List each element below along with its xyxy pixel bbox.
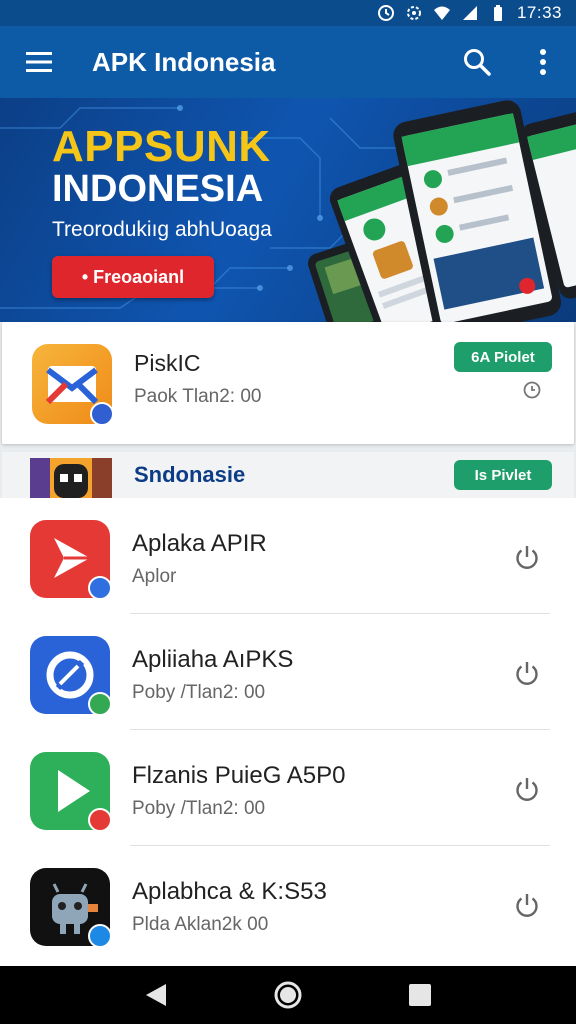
app-name: Apliiaha AıPKS [132, 646, 294, 673]
phones-illustration [307, 100, 576, 322]
back-button[interactable] [132, 971, 180, 1019]
search-icon [464, 49, 491, 76]
app-badge [88, 692, 112, 716]
clock-icon [523, 381, 541, 399]
featured-app-name: PiskIC [134, 350, 201, 376]
more-vert-icon [540, 49, 546, 75]
section-action-button[interactable]: Is Pivlet [454, 460, 552, 490]
game-character-icon [30, 458, 112, 498]
featured-app-install-button[interactable]: 6A Piolet [454, 342, 552, 372]
app-list: Aplaka APIR Aplor Apliiaha AıPKS Poby /T… [0, 498, 576, 966]
screen: 17:33 APK Indonesia APPSUNK INDONESIA Tr… [0, 0, 576, 1024]
app-badge [88, 808, 112, 832]
list-item[interactable]: Aplabhca & K:S53 Plda Aklan2k 00 [0, 846, 576, 962]
navigation-bar [0, 966, 576, 1024]
app-title: APK Indonesia [92, 46, 276, 77]
data-saver-icon [406, 6, 421, 20]
clock: 17:33 [516, 3, 562, 22]
featured-app-badge [90, 402, 114, 426]
featured-app-card[interactable]: PiskIC Paok Tlan2: 00 6A Piolet [2, 322, 574, 444]
signal-icon [462, 6, 477, 20]
list-item[interactable]: Aplaka APIR Aplor [0, 498, 576, 614]
power-icon[interactable] [512, 890, 542, 920]
app-meta: Plda Aklan2k 00 [132, 914, 269, 935]
app-name: Aplaka APIR [132, 530, 267, 557]
app-badge [88, 924, 112, 948]
menu-button[interactable] [0, 26, 78, 98]
list-item[interactable]: Flzanis PuieG A5P0 Poby /Tlan2: 00 [0, 730, 576, 846]
banner-headline: APPSUNK [52, 122, 271, 171]
app-name: Flzanis PuieG A5P0 [132, 762, 346, 789]
app-meta: Aplor [132, 566, 177, 587]
recents-square-icon [409, 984, 431, 1006]
section-title: Sndonasie [134, 462, 246, 487]
home-button[interactable] [264, 971, 312, 1019]
search-button[interactable] [444, 26, 510, 98]
home-circle-icon [274, 981, 302, 1009]
back-triangle-icon [146, 984, 166, 1006]
battery-icon [493, 5, 502, 21]
alarm-icon [377, 5, 394, 21]
status-bar: 17:33 [0, 0, 576, 26]
app-name: Aplabhca & K:S53 [132, 878, 327, 905]
app-meta: Poby /Tlan2: 00 [132, 682, 266, 703]
list-item[interactable]: Apliiaha AıPKS Poby /Tlan2: 00 [0, 614, 576, 730]
featured-app-meta: Paok Tlan2: 00 [134, 386, 262, 407]
wifi-icon [433, 6, 450, 20]
hamburger-icon [26, 52, 52, 72]
section-header: Sndonasie Is Pivlet [2, 452, 574, 498]
power-icon[interactable] [512, 658, 542, 688]
app-bar: APK Indonesia [0, 26, 576, 98]
recents-button[interactable] [396, 971, 444, 1019]
section-thumbnail [30, 458, 112, 498]
app-meta: Poby /Tlan2: 00 [132, 798, 266, 819]
app-badge [88, 576, 112, 600]
banner-subtitle: Treorodukiıg abhUoaga [52, 218, 272, 241]
power-icon[interactable] [512, 542, 542, 572]
banner-cta-button[interactable]: • Freoaoianl [52, 256, 214, 298]
overflow-menu-button[interactable] [510, 26, 576, 98]
banner-headline-2: INDONESIA [52, 168, 264, 210]
promo-banner[interactable]: APPSUNK INDONESIA Treorodukiıg abhUoaga … [0, 98, 576, 322]
power-icon[interactable] [512, 774, 542, 804]
